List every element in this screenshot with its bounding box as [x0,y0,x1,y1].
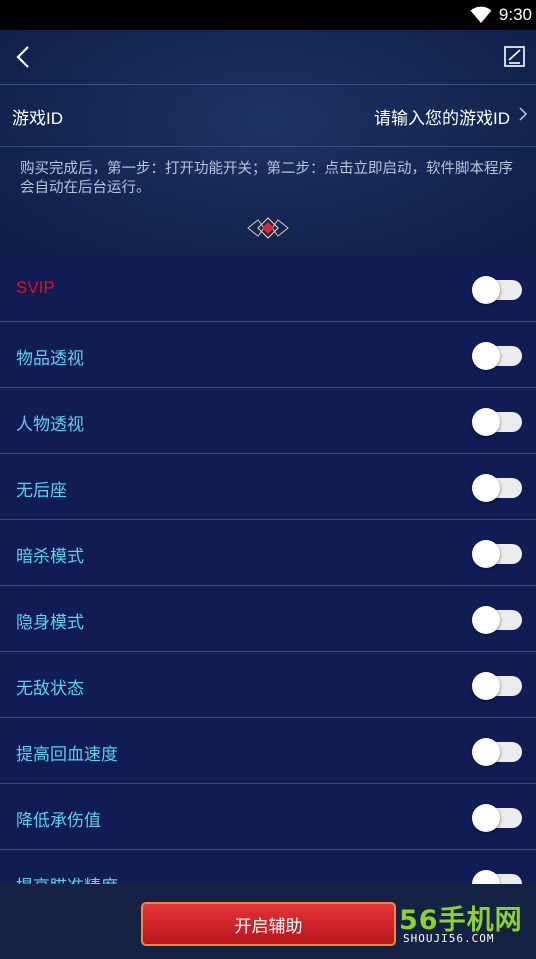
feature-label: 无敌状态 [16,679,84,698]
feature-toggle[interactable] [472,342,522,370]
chevron-right-icon [519,107,528,121]
feature-label: 无后座 [16,481,67,500]
feature-label: 隐身模式 [16,613,84,632]
wifi-icon [470,6,492,28]
edit-icon [504,46,525,67]
feature-toggle[interactable] [472,474,522,502]
feature-toggle[interactable] [472,672,522,700]
header: 游戏ID 请输入您的游戏ID 购买完成后，第一步：打开功能开关；第二步：点击立即… [0,30,536,256]
game-id-row[interactable]: 游戏ID 请输入您的游戏ID [0,85,536,147]
start-assist-button[interactable]: 开启辅助 [141,902,396,946]
feature-label: 人物透视 [16,415,84,434]
ornament-divider [88,217,448,239]
feature-label: 提高瞄准精度 [16,872,118,884]
feature-toggle[interactable] [472,540,522,568]
feature-toggle[interactable] [472,408,522,436]
svip-toggle[interactable] [472,276,522,304]
feature-toggle[interactable] [472,606,522,634]
feature-row: 物品透视 [0,322,536,388]
feature-toggle[interactable] [472,804,522,832]
instruction-text: 购买完成后，第一步：打开功能开关；第二步：点击立即启动，软件脚本程序会自动在后台… [20,161,513,196]
feature-row: 无后座 [0,454,536,520]
feature-row: 无敌状态 [0,652,536,718]
site-watermark: 56手机网 SHOUJI56.COM [399,898,529,948]
watermark-domain: SHOUJI56.COM [403,932,495,945]
feature-label: SVIP [16,278,55,297]
feature-label: 暗杀模式 [16,547,84,566]
status-bar: 9:30 [0,0,536,30]
feature-label: 提高回血速度 [16,745,118,764]
feature-label: 物品透视 [16,349,84,368]
back-button[interactable] [6,40,40,74]
feature-row: 提高瞄准精度 [0,850,536,884]
feature-toggle[interactable] [472,738,522,766]
edit-button[interactable] [500,42,530,72]
back-arrow-icon [16,46,29,68]
footer-bar: 开启辅助 56手机网 SHOUJI56.COM [0,884,536,959]
feature-row: 提高回血速度 [0,718,536,784]
status-time: 9:30 [498,5,532,24]
feature-row-svip: SVIP [0,256,536,322]
feature-row: 暗杀模式 [0,520,536,586]
feature-row: 降低承伤值 [0,784,536,850]
top-bar [0,30,536,85]
game-id-label: 游戏ID [12,109,63,128]
feature-row: 人物透视 [0,388,536,454]
feature-row: 隐身模式 [0,586,536,652]
game-id-input[interactable]: 请输入您的游戏ID [374,104,510,129]
feature-label: 降低承伤值 [16,811,101,830]
feature-toggle[interactable] [472,870,522,884]
feature-list: SVIP 物品透视 人物透视 无后座 暗杀模式 隐身模式 无敌状态 提高回血速度… [0,256,536,884]
